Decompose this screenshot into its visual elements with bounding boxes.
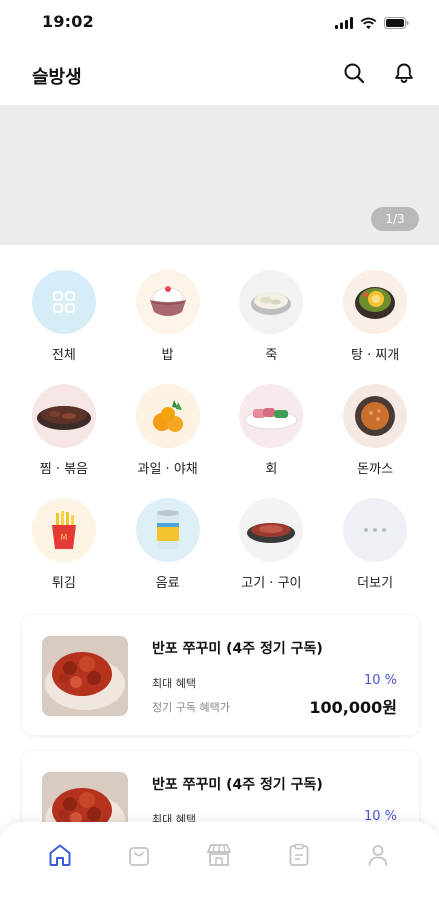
shopping-bag-icon xyxy=(126,842,152,872)
nav-store[interactable] xyxy=(204,842,234,872)
product-benefit-value: 10 % xyxy=(363,673,397,688)
nav-shopping[interactable] xyxy=(124,842,154,872)
app-title: 슬방생 xyxy=(32,67,82,88)
category-cutlet[interactable]: 돈까스 xyxy=(323,384,427,477)
product-name: 반포 쭈꾸미 (4주 정기 구독) xyxy=(152,641,323,657)
category-all[interactable]: 전체 xyxy=(12,270,116,363)
grilled-meat-icon xyxy=(239,498,304,562)
category-label: 회 xyxy=(265,462,278,477)
category-fruit-veg[interactable]: 과일 · 야채 xyxy=(116,384,220,477)
braised-dish-icon xyxy=(31,384,96,448)
app-header: 슬방생 xyxy=(0,52,439,98)
profile-icon xyxy=(366,842,390,872)
cutlet-icon xyxy=(343,384,408,448)
porridge-icon xyxy=(239,270,304,334)
product-name: 반포 쭈꾸미 (4주 정기 구독) xyxy=(152,777,323,793)
category-label: 죽 xyxy=(265,348,278,363)
category-stew[interactable]: 탕 · 찌개 xyxy=(323,270,427,363)
category-grilled[interactable]: 고기 · 구이 xyxy=(220,498,324,591)
category-label: 돈까스 xyxy=(357,462,394,477)
category-label: 탕 · 찌개 xyxy=(350,348,400,363)
category-label: 고기 · 구이 xyxy=(241,576,302,591)
category-label: 밥 xyxy=(161,348,174,363)
bell-icon xyxy=(393,62,415,88)
stew-pot-icon xyxy=(343,270,408,334)
category-label: 음료 xyxy=(155,576,180,591)
category-rice[interactable]: 밥 xyxy=(116,270,220,363)
product-card[interactable]: 반포 쭈꾸미 (4주 정기 구독) 최대 혜택 10 % 정기 구독 혜택가 1… xyxy=(22,615,419,735)
category-fried[interactable]: M 튀김 xyxy=(12,498,116,591)
battery-icon xyxy=(384,14,409,33)
category-porridge[interactable]: 죽 xyxy=(220,270,324,363)
category-sashimi[interactable]: 회 xyxy=(220,384,324,477)
product-image xyxy=(42,636,128,716)
category-label: 찜 · 볶음 xyxy=(39,462,89,477)
category-drink[interactable]: 음료 xyxy=(116,498,220,591)
home-icon xyxy=(47,842,73,872)
cellular-signal-icon xyxy=(335,14,353,33)
status-time: 19:02 xyxy=(42,12,94,31)
promo-banner[interactable]: 1/3 xyxy=(0,105,439,245)
fries-icon: M xyxy=(31,498,96,562)
nav-orders[interactable] xyxy=(284,842,314,872)
bottom-nav xyxy=(0,822,439,900)
fruit-icon xyxy=(135,384,200,448)
search-button[interactable] xyxy=(341,62,367,88)
status-bar: 19:02 xyxy=(0,0,439,44)
order-list-icon xyxy=(287,842,311,872)
status-icons xyxy=(335,14,409,33)
product-price: 100,000원 xyxy=(309,698,397,717)
grid-icon xyxy=(31,270,96,334)
drink-can-icon xyxy=(135,498,200,562)
rice-bowl-icon xyxy=(135,270,200,334)
category-more[interactable]: 더보기 xyxy=(323,498,427,591)
sashimi-icon xyxy=(239,384,304,448)
nav-profile[interactable] xyxy=(363,842,393,872)
more-icon xyxy=(343,498,408,562)
category-label: 과일 · 야채 xyxy=(137,462,198,477)
fries-logo-mark: M xyxy=(60,533,67,542)
category-grid: 전체 밥 죽 탕 · 찌개 찜 · 볶음 과일 · 야채 회 돈까스 M 튀김 … xyxy=(12,270,427,591)
wifi-icon xyxy=(360,14,377,33)
product-subscription-label: 정기 구독 혜택가 xyxy=(152,701,230,714)
category-braised[interactable]: 찜 · 볶음 xyxy=(12,384,116,477)
category-label: 더보기 xyxy=(357,576,394,591)
search-icon xyxy=(343,62,365,88)
banner-page-indicator: 1/3 xyxy=(371,207,419,231)
nav-home[interactable] xyxy=(45,842,75,872)
product-benefit-label: 최대 혜택 xyxy=(152,677,196,690)
notifications-button[interactable] xyxy=(391,62,417,88)
store-icon xyxy=(205,842,233,872)
category-label: 전체 xyxy=(51,348,76,363)
category-label: 튀김 xyxy=(51,576,76,591)
